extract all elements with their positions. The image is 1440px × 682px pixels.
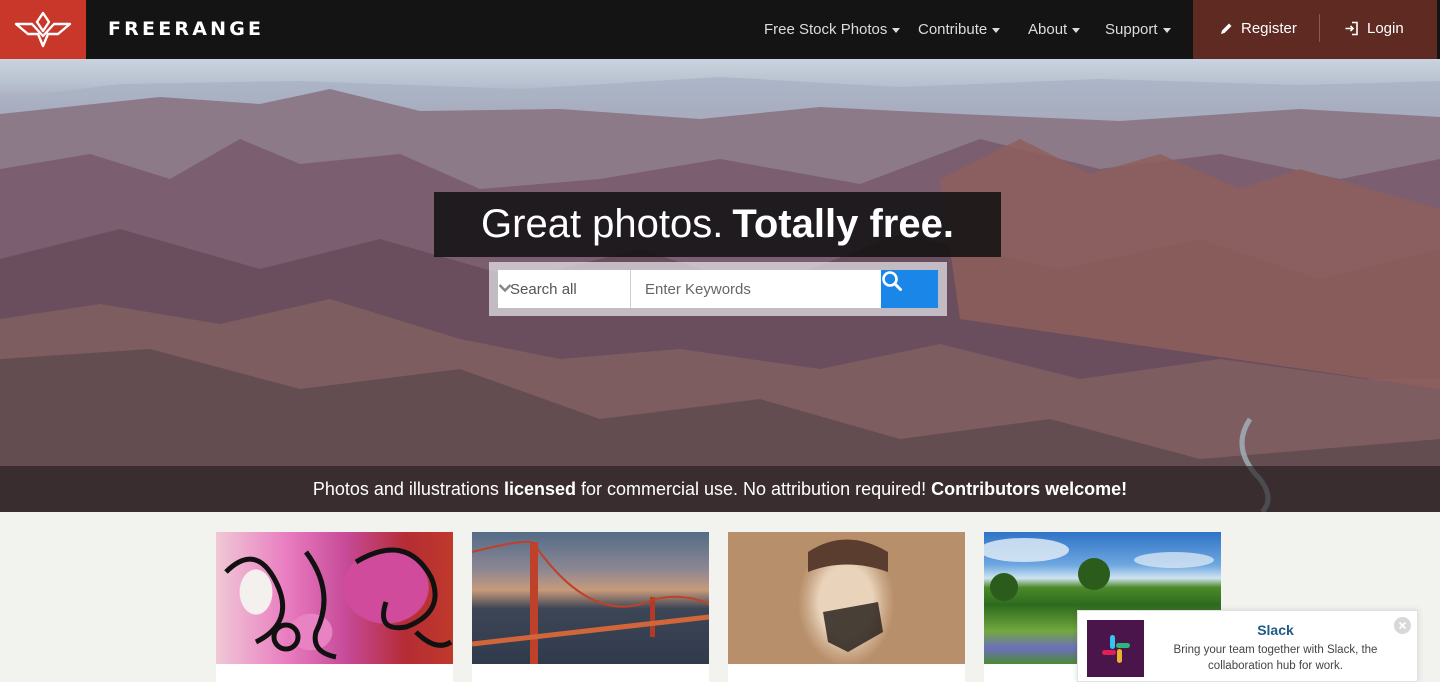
tagline-bold-licensed: licensed	[503, 479, 576, 499]
bridge-image	[472, 540, 709, 664]
search-scope-value: Search all	[510, 281, 577, 298]
graffiti-image	[224, 547, 453, 660]
headline-bold: Totally free.	[732, 202, 954, 246]
search-icon	[882, 271, 902, 291]
divider	[1319, 14, 1320, 42]
chevron-down-icon	[498, 284, 512, 293]
login-button[interactable]: Login	[1344, 20, 1404, 37]
close-icon[interactable]	[1394, 617, 1411, 634]
register-button[interactable]: Register	[1219, 20, 1297, 37]
photo-thumbnail[interactable]	[728, 532, 965, 664]
sign-in-icon	[1345, 21, 1358, 36]
search-bar: Search all	[489, 262, 947, 316]
nav-contribute[interactable]: Contribute	[918, 21, 1001, 38]
account-area: Register Login	[1193, 0, 1437, 59]
nav-about[interactable]: About	[1028, 21, 1081, 38]
caret-down-icon	[1072, 27, 1081, 33]
nav-label: Contribute	[918, 21, 988, 38]
tagline-bold-contributors: Contributors welcome!	[931, 479, 1128, 499]
photo-card-graffiti[interactable]	[216, 532, 453, 682]
tagline-text: Photos and illustrations	[312, 479, 504, 499]
logo-icon	[14, 11, 72, 47]
hero-tagline: Photos and illustrations licensed for co…	[0, 466, 1440, 512]
headline-light: Great photos.	[481, 202, 724, 246]
ad-description: Bring your team together with Slack, the…	[1173, 644, 1378, 672]
slack-logo-icon	[1087, 620, 1144, 677]
top-navbar: FREERANGE Free Stock Photos Contribute A…	[0, 0, 1440, 59]
photo-thumbnail[interactable]	[472, 532, 709, 664]
caret-down-icon	[892, 27, 901, 33]
pencil-icon	[1221, 23, 1232, 34]
nav-label: Free Stock Photos	[764, 21, 888, 38]
login-label: Login	[1367, 20, 1404, 37]
caret-down-icon	[992, 27, 1001, 33]
search-button[interactable]	[881, 270, 938, 308]
caret-down-icon	[1162, 27, 1171, 33]
hero-banner: Great photos. Totally free. Search all P…	[0, 59, 1440, 512]
tagline-text: for commercial use. No attribution requi…	[575, 479, 932, 499]
portrait-image	[808, 539, 888, 652]
hero-headline: Great photos. Totally free.	[434, 192, 1001, 257]
brand-name[interactable]: FREERANGE	[108, 18, 264, 40]
photo-card-bridge[interactable]	[472, 532, 709, 682]
freerange-logo[interactable]	[0, 0, 86, 59]
search-scope-select[interactable]: Search all	[498, 270, 631, 308]
slack-hash-icon	[1101, 634, 1130, 663]
x-glyph-icon	[1398, 621, 1407, 630]
search-input[interactable]	[631, 270, 881, 308]
photo-thumbnail[interactable]	[216, 532, 453, 664]
nav-free-stock-photos[interactable]: Free Stock Photos	[764, 21, 901, 38]
ad-title[interactable]: Slack	[1168, 622, 1383, 638]
nav-support[interactable]: Support	[1105, 21, 1171, 38]
register-label: Register	[1241, 20, 1297, 37]
nav-label: About	[1028, 21, 1068, 38]
slack-ad[interactable]: Slack Bring your team together with Slac…	[1077, 610, 1418, 682]
photo-card-portrait[interactable]	[728, 532, 965, 682]
nav-label: Support	[1105, 21, 1158, 38]
